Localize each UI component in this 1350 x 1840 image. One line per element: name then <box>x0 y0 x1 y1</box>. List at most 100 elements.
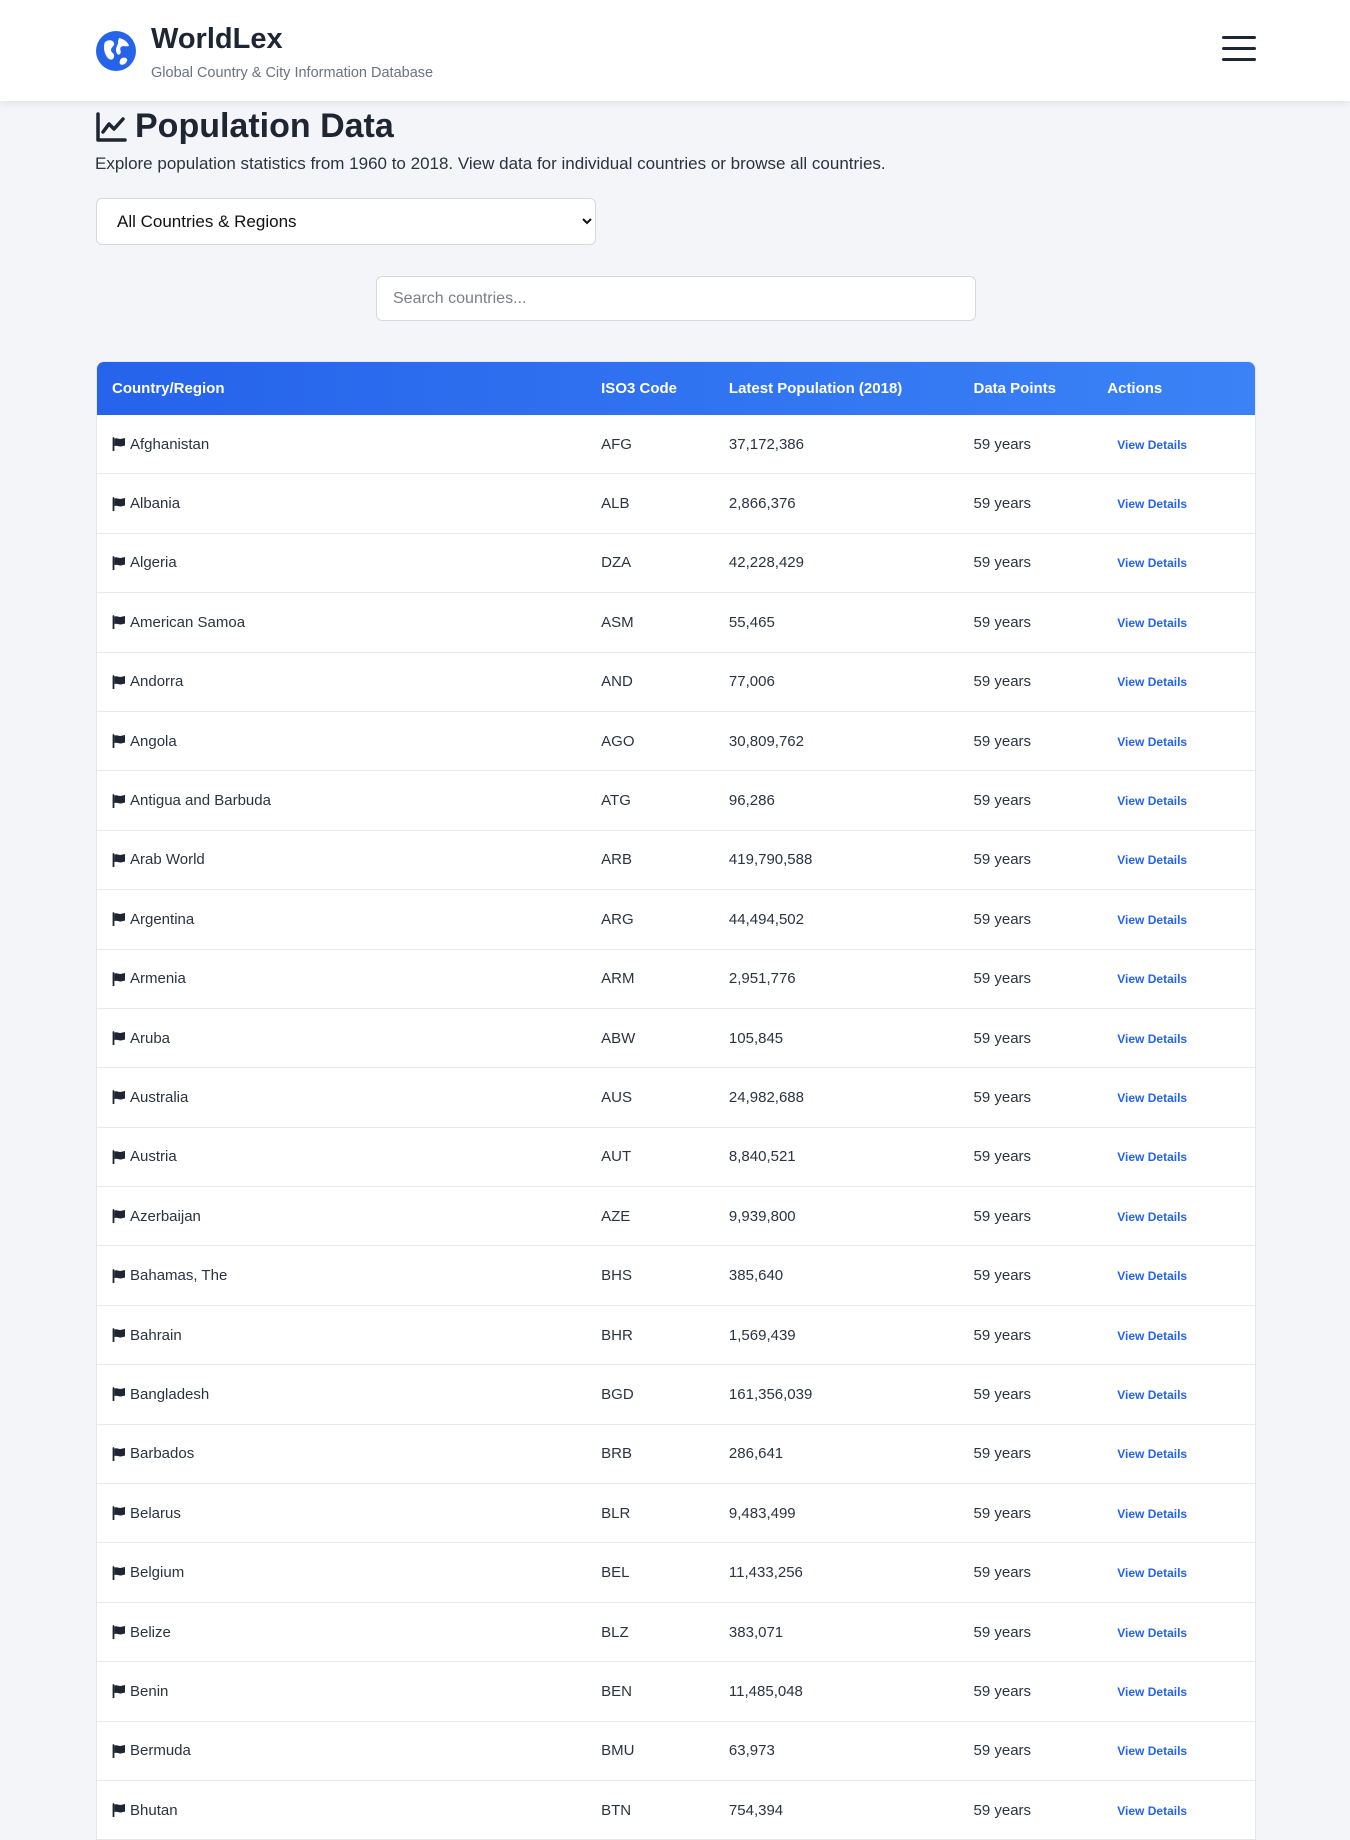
actions-cell: View Details <box>1107 1505 1255 1522</box>
view-details-link[interactable]: View Details <box>1117 1626 1187 1640</box>
table-row: Albania ALB 2,866,376 59 years View Details <box>97 474 1255 534</box>
flag-icon <box>112 556 125 570</box>
country-cell: Bhutan <box>97 1802 601 1819</box>
iso3-cell: ARB <box>601 851 632 869</box>
country-cell: Barbados <box>97 1445 601 1462</box>
column-header-population[interactable]: Latest Population (2018) <box>729 380 974 397</box>
view-details-link[interactable]: View Details <box>1117 735 1187 749</box>
population-cell: 286,641 <box>728 1445 784 1463</box>
iso3-cell: ATG <box>601 792 631 810</box>
actions-cell: View Details <box>1107 1208 1255 1225</box>
country-name: Armenia <box>130 970 186 988</box>
view-details-link[interactable]: View Details <box>1117 853 1187 867</box>
flag-icon <box>112 853 125 867</box>
actions-cell: View Details <box>1107 1327 1255 1344</box>
view-details-link[interactable]: View Details <box>1117 972 1187 986</box>
view-details-link[interactable]: View Details <box>1117 913 1187 927</box>
flag-icon <box>112 1149 125 1164</box>
column-header-country[interactable]: Country/Region <box>97 380 601 397</box>
table-row: Belgium BEL 11,433,256 59 years View Details <box>97 1543 1255 1603</box>
actions-cell: View Details <box>1107 673 1255 690</box>
population-cell: 754,394 <box>728 1801 784 1819</box>
data-points-cell: 59 years <box>973 1801 1032 1819</box>
view-details-link[interactable]: View Details <box>1117 1566 1187 1580</box>
view-details-link[interactable]: View Details <box>1117 1447 1187 1461</box>
population-cell: 105,845 <box>728 1029 784 1047</box>
population-cell: 11,485,048 <box>728 1682 803 1700</box>
table-row: Bermuda BMU 63,973 59 years View Details <box>97 1722 1255 1781</box>
view-details-link[interactable]: View Details <box>1117 616 1187 630</box>
globe-icon <box>96 31 136 71</box>
brand[interactable]: WorldLex Global Country & City Informati… <box>95 22 433 81</box>
view-details-link[interactable]: View Details <box>1117 1507 1187 1521</box>
country-cell: American Samoa <box>97 614 601 631</box>
view-details-link[interactable]: View Details <box>1117 497 1187 511</box>
flag-icon <box>112 615 125 630</box>
country-cell: Albania <box>97 495 601 512</box>
view-details-link[interactable]: View Details <box>1117 794 1187 808</box>
population-cell: 161,356,039 <box>728 1385 813 1403</box>
table-row: Bahrain BHR 1,569,439 59 years View Details <box>97 1306 1255 1366</box>
view-details-link[interactable]: View Details <box>1117 1210 1187 1224</box>
flag-icon <box>112 1743 125 1758</box>
column-header-data-points[interactable]: Data Points <box>974 380 1108 397</box>
app-title: WorldLex <box>151 23 283 55</box>
country-name: American Samoa <box>130 613 246 631</box>
data-points-cell: 59 years <box>973 910 1032 928</box>
actions-cell: View Details <box>1107 911 1255 928</box>
site-header: WorldLex Global Country & City Informati… <box>0 0 1350 101</box>
country-name: Bhutan <box>130 1801 178 1819</box>
table-body: Afghanistan AFG 37,172,386 59 years View Det… <box>97 415 1255 1839</box>
country-name: Belarus <box>130 1504 181 1522</box>
view-details-link[interactable]: View Details <box>1117 1150 1187 1164</box>
flag-icon <box>112 1268 125 1283</box>
view-details-link[interactable]: View Details <box>1117 438 1187 452</box>
view-details-link[interactable]: View Details <box>1117 1388 1187 1402</box>
data-points-cell: 59 years <box>973 1445 1032 1463</box>
view-details-link[interactable]: View Details <box>1117 1032 1187 1046</box>
population-cell: 8,840,521 <box>728 1148 796 1166</box>
view-details-link[interactable]: View Details <box>1117 1685 1187 1699</box>
region-select[interactable]: All Countries & Regions <box>96 198 596 245</box>
country-cell: Angola <box>97 733 601 750</box>
column-header-iso3[interactable]: ISO3 Code <box>601 380 729 397</box>
view-details-link[interactable]: View Details <box>1117 1329 1187 1343</box>
flag-icon <box>112 1684 125 1699</box>
table-row: Belarus BLR 9,483,499 59 years View Details <box>97 1484 1255 1544</box>
data-points-cell: 59 years <box>973 1742 1032 1760</box>
iso3-cell: ALB <box>601 495 630 513</box>
view-details-link[interactable]: View Details <box>1117 1744 1187 1758</box>
actions-cell: View Details <box>1107 436 1255 453</box>
country-cell: Andorra <box>97 673 601 690</box>
country-name: Argentina <box>130 910 195 928</box>
country-name: Barbados <box>130 1445 195 1463</box>
country-cell: Australia <box>97 1089 601 1106</box>
iso3-cell: DZA <box>601 554 632 572</box>
country-cell: Bahrain <box>97 1327 601 1344</box>
view-details-link[interactable]: View Details <box>1117 1804 1187 1818</box>
table-row: Andorra AND 77,006 59 years View Details <box>97 653 1255 712</box>
table-row: Australia AUS 24,982,688 59 years View Detai… <box>97 1068 1255 1128</box>
country-name: Bahrain <box>130 1326 182 1344</box>
country-name: Australia <box>130 1088 189 1106</box>
table-row: Bangladesh BGD 161,356,039 59 years View Det… <box>97 1365 1255 1425</box>
view-details-link[interactable]: View Details <box>1117 1091 1187 1105</box>
population-cell: 9,483,499 <box>728 1504 796 1522</box>
table-row: Austria AUT 8,840,521 59 years View Details <box>97 1128 1255 1188</box>
table-row: Antigua and Barbuda ATG 96,286 59 years View… <box>97 771 1255 831</box>
flag-icon <box>112 734 125 749</box>
view-details-link[interactable]: View Details <box>1117 556 1187 570</box>
actions-cell: View Details <box>1107 1089 1255 1106</box>
hamburger-menu-icon[interactable] <box>1222 36 1256 66</box>
search-input[interactable] <box>376 276 976 321</box>
table-row: Aruba ABW 105,845 59 years View Details <box>97 1009 1255 1069</box>
country-name: Angola <box>130 732 177 750</box>
country-name: Afghanistan <box>130 435 210 453</box>
view-details-link[interactable]: View Details <box>1117 675 1187 689</box>
table-row: Angola AGO 30,809,762 59 years View Details <box>97 712 1255 772</box>
country-name: Algeria <box>130 554 177 572</box>
view-details-link[interactable]: View Details <box>1117 1269 1187 1283</box>
iso3-cell: AUS <box>601 1088 632 1106</box>
flag-icon <box>112 912 125 927</box>
flag-icon <box>112 971 125 986</box>
